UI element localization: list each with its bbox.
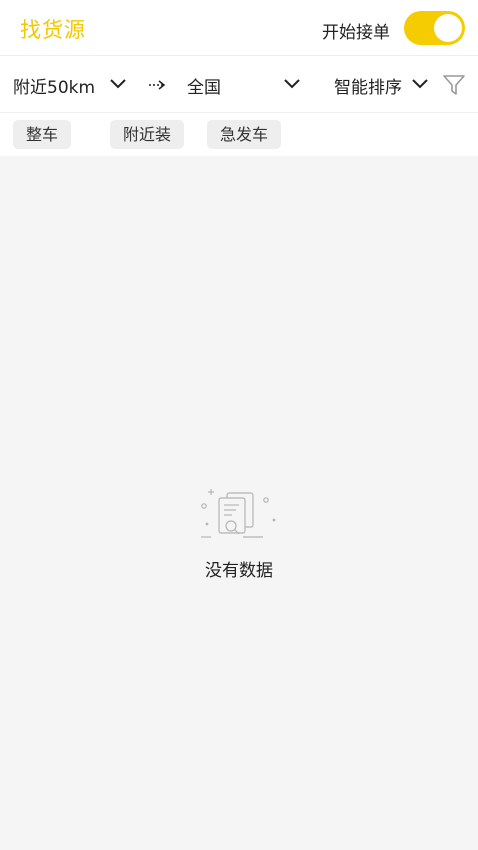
chevron-down-icon[interactable] xyxy=(284,79,300,89)
header-bar: 找货源 开始接单 xyxy=(0,0,478,56)
origin-filter-label: 附近50km xyxy=(13,78,96,98)
arrow-right-icon xyxy=(148,80,166,90)
toggle-knob xyxy=(434,14,462,42)
filter-bar: 附近50km 全国 智能排序 xyxy=(0,56,478,113)
accept-orders-toggle[interactable] xyxy=(404,11,465,45)
sort-filter-label: 智能排序 xyxy=(334,78,402,98)
chevron-down-icon[interactable] xyxy=(412,79,428,89)
chevron-down-icon[interactable] xyxy=(110,79,126,89)
filter-funnel-icon[interactable] xyxy=(443,75,465,95)
quick-tag-bar: 整车 附近装 急发车 xyxy=(0,113,478,156)
page-title: 找货源 xyxy=(20,18,86,42)
destination-filter[interactable]: 全国 xyxy=(187,73,221,98)
tag-urgent[interactable]: 急发车 xyxy=(207,120,282,149)
empty-state-text: 没有数据 xyxy=(205,561,273,581)
accept-orders-label: 开始接单 xyxy=(322,23,390,43)
sort-filter[interactable]: 智能排序 xyxy=(334,73,402,98)
destination-filter-label: 全国 xyxy=(187,78,221,98)
tag-nearby-loading[interactable]: 附近装 xyxy=(110,120,185,149)
tag-full-truck[interactable]: 整车 xyxy=(13,120,72,149)
origin-filter[interactable]: 附近50km xyxy=(13,73,95,98)
empty-documents-icon xyxy=(201,489,276,538)
